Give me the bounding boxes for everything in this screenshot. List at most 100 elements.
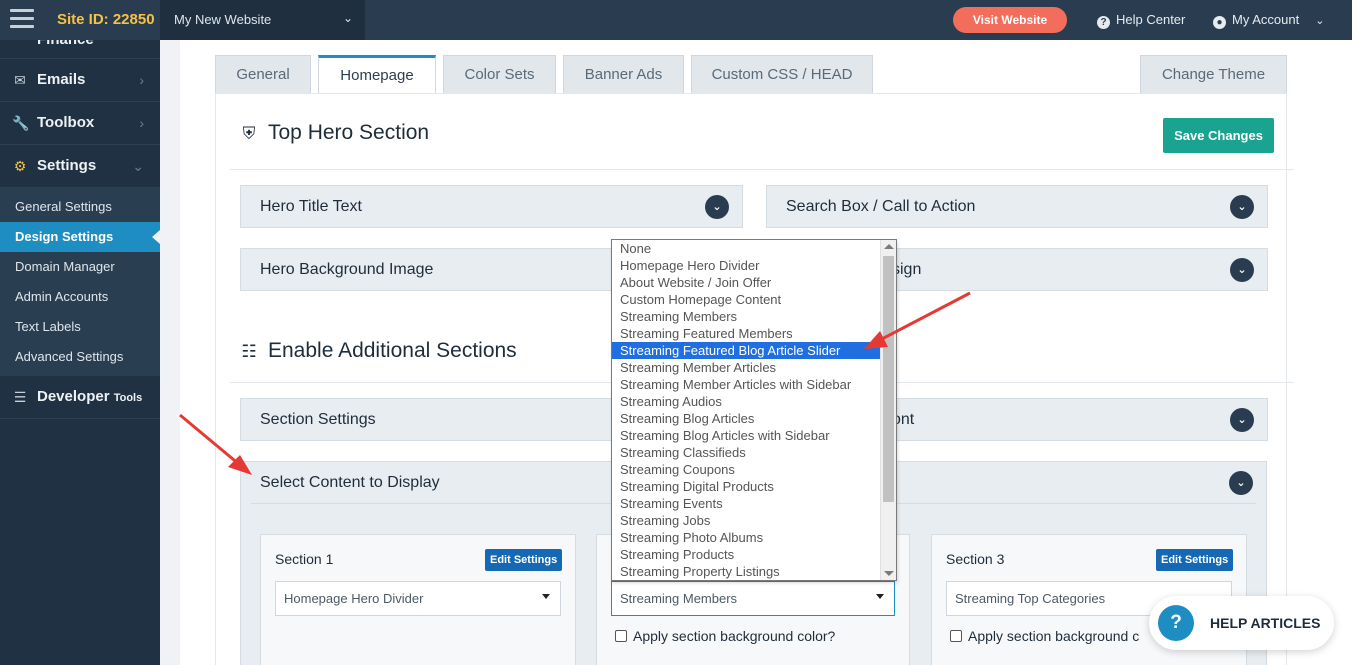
sidebar-item-label: Emails xyxy=(37,71,86,88)
dropdown-option[interactable]: Homepage Hero Divider xyxy=(612,257,880,274)
caret-down-icon xyxy=(542,594,550,599)
dropdown-option[interactable]: Streaming Member Articles xyxy=(612,359,880,376)
chevron-down-icon: ⌄ xyxy=(132,158,144,174)
help-articles-button[interactable]: ? HELP ARTICLES xyxy=(1149,596,1334,650)
sidebar-item-domain-manager[interactable]: Domain Manager xyxy=(0,252,160,282)
dropdown-option[interactable]: Streaming Photo Albums xyxy=(612,529,880,546)
dropdown-option[interactable]: Streaming Member Articles with Sidebar xyxy=(612,376,880,393)
my-account-menu[interactable]: ● My Account ⌄ xyxy=(1213,12,1324,29)
site-select[interactable]: My New Website ⌄ xyxy=(160,0,365,40)
chevron-down-icon: ⌄ xyxy=(1230,408,1254,432)
chevron-right-icon: › xyxy=(139,72,144,88)
dropdown-option[interactable]: Streaming Digital Products xyxy=(612,478,880,495)
tab-general[interactable]: General xyxy=(215,55,311,93)
dropdown-option[interactable]: Streaming Blog Articles with Sidebar xyxy=(612,427,880,444)
dropdown-option[interactable]: Streaming Audios xyxy=(612,393,880,410)
accordion-hero-title-text[interactable]: Hero Title Text ⌄ xyxy=(240,185,743,228)
divider xyxy=(230,169,1294,170)
select-value: Streaming Members xyxy=(620,591,738,606)
tab-custom-css-head[interactable]: Custom CSS / HEAD xyxy=(691,55,873,93)
user-icon: ● xyxy=(1213,16,1226,29)
additional-sections-title: ☷ Enable Additional Sections xyxy=(238,339,516,363)
edit-settings-button[interactable]: Edit Settings xyxy=(485,549,563,571)
save-changes-button[interactable]: Save Changes xyxy=(1163,118,1274,153)
tab-banner-ads[interactable]: Banner Ads xyxy=(563,55,684,93)
tab-color-sets[interactable]: Color Sets xyxy=(443,55,556,93)
dropdown-option[interactable]: Streaming Featured Blog Article Slider xyxy=(612,342,880,359)
hero-section-title: ⛨ Top Hero Section xyxy=(238,121,429,145)
chevron-down-icon: ⌄ xyxy=(705,195,729,219)
sliders-icon: ☰ xyxy=(13,389,27,405)
help-articles-label: HELP ARTICLES xyxy=(1210,615,1321,631)
dropdown-option[interactable]: Streaming Jobs xyxy=(612,512,880,529)
dropdown-option[interactable]: Custom Homepage Content xyxy=(612,291,880,308)
shield-icon: ⛨ xyxy=(242,124,256,143)
site-select-value: My New Website xyxy=(174,12,272,27)
sidebar-item-label: Developer xyxy=(37,388,110,405)
sidebar-item-developer-tools[interactable]: ☰ Developer Tools xyxy=(0,376,160,419)
site-id: Site ID: 22850 xyxy=(57,11,155,28)
help-center-link[interactable]: ? Help Center xyxy=(1097,12,1185,29)
dropdown-option[interactable]: Streaming Members xyxy=(612,308,880,325)
annotation-arrow-icon xyxy=(179,413,252,475)
dropdown-option[interactable]: About Website / Join Offer xyxy=(612,274,880,291)
gear-icon: ⚙ xyxy=(13,158,27,174)
accordion-label: Section Settings xyxy=(260,411,376,428)
checkbox[interactable] xyxy=(950,630,962,642)
annotation-arrow-icon xyxy=(864,291,971,349)
question-icon: ? xyxy=(1097,16,1110,29)
sidebar-item-toolbox[interactable]: 🔧 Toolbox › xyxy=(0,102,160,145)
sidebar-item-finance[interactable]: Finance xyxy=(0,40,160,59)
dropdown-option[interactable]: Streaming Featured Members xyxy=(612,325,880,342)
visit-website-button[interactable]: Visit Website xyxy=(953,7,1067,33)
background-color-checkbox[interactable]: Apply section background color? xyxy=(615,628,835,644)
chevron-down-icon: ⌄ xyxy=(1315,15,1325,27)
section-card-1: Section 1 Edit Settings Homepage Hero Di… xyxy=(260,534,576,665)
sidebar-item-admin-accounts[interactable]: Admin Accounts xyxy=(0,282,160,312)
scroll-up-icon[interactable] xyxy=(884,244,894,249)
sidebar-item-general-settings[interactable]: General Settings xyxy=(0,192,160,222)
question-icon: ? xyxy=(1158,605,1194,641)
dropdown-option[interactable]: Streaming Property Listings xyxy=(612,563,880,580)
sidebar-item-settings[interactable]: ⚙ Settings ⌄ xyxy=(0,145,160,188)
accordion-search-box[interactable]: Search Box / Call to Action ⌄ xyxy=(766,185,1268,228)
checkbox-label: Apply section background c xyxy=(968,628,1140,644)
help-center-label: Help Center xyxy=(1116,12,1186,27)
section-content-select[interactable]: Homepage Hero Divider xyxy=(275,581,561,616)
section-card-title: Section 3 xyxy=(946,551,1005,567)
dropdown-option[interactable]: None xyxy=(612,240,880,257)
sidebar-item-text-labels[interactable]: Text Labels xyxy=(0,312,160,342)
accordion-label: Hero Background Image xyxy=(260,261,434,278)
hamburger-menu-icon[interactable] xyxy=(10,9,34,31)
chevron-down-icon: ⌄ xyxy=(1230,258,1254,282)
select-value: Streaming Top Categories xyxy=(955,591,1106,606)
tab-homepage[interactable]: Homepage xyxy=(318,55,436,95)
settings-submenu: General Settings Design Settings Domain … xyxy=(0,188,160,376)
sidebar-item-label: Finance xyxy=(37,40,94,48)
edit-settings-button[interactable]: Edit Settings xyxy=(1156,549,1234,571)
dropdown-option[interactable]: Streaming Products xyxy=(612,546,880,563)
sidebar-item-design-settings[interactable]: Design Settings xyxy=(0,222,160,252)
top-bar: Site ID: 22850 My New Website ⌄ Visit We… xyxy=(0,0,1352,40)
chevron-down-icon: ⌄ xyxy=(1230,195,1254,219)
checkbox-label: Apply section background color? xyxy=(633,628,836,644)
background-color-checkbox[interactable]: Apply section background c xyxy=(950,628,1139,644)
tab-change-theme[interactable]: Change Theme xyxy=(1140,55,1287,93)
sidebar-item-label: Toolbox xyxy=(37,114,95,131)
sitemap-icon: ☷ xyxy=(241,342,257,361)
sidebar-item-emails[interactable]: ✉ Emails › xyxy=(0,59,160,102)
sidebar: Finance ✉ Emails › 🔧 Toolbox › ⚙ Setting… xyxy=(0,40,160,665)
section-content-select[interactable]: Streaming Members xyxy=(611,581,895,616)
chevron-right-icon: › xyxy=(139,115,144,131)
dropdown-option[interactable]: Streaming Blog Articles xyxy=(612,410,880,427)
dropdown-option[interactable]: Streaming Coupons xyxy=(612,461,880,478)
checkbox[interactable] xyxy=(615,630,627,642)
dropdown-option[interactable]: Streaming Events xyxy=(612,495,880,512)
scroll-down-icon[interactable] xyxy=(884,571,894,576)
dropdown-option[interactable]: Streaming Classifieds xyxy=(612,444,880,461)
sidebar-item-advanced-settings[interactable]: Advanced Settings xyxy=(0,342,160,372)
caret-down-icon xyxy=(876,594,884,599)
chevron-down-icon[interactable]: ⌄ xyxy=(1229,471,1253,495)
envelope-icon: ✉ xyxy=(14,72,26,88)
select-content-header[interactable]: Select Content to Display xyxy=(260,474,440,492)
